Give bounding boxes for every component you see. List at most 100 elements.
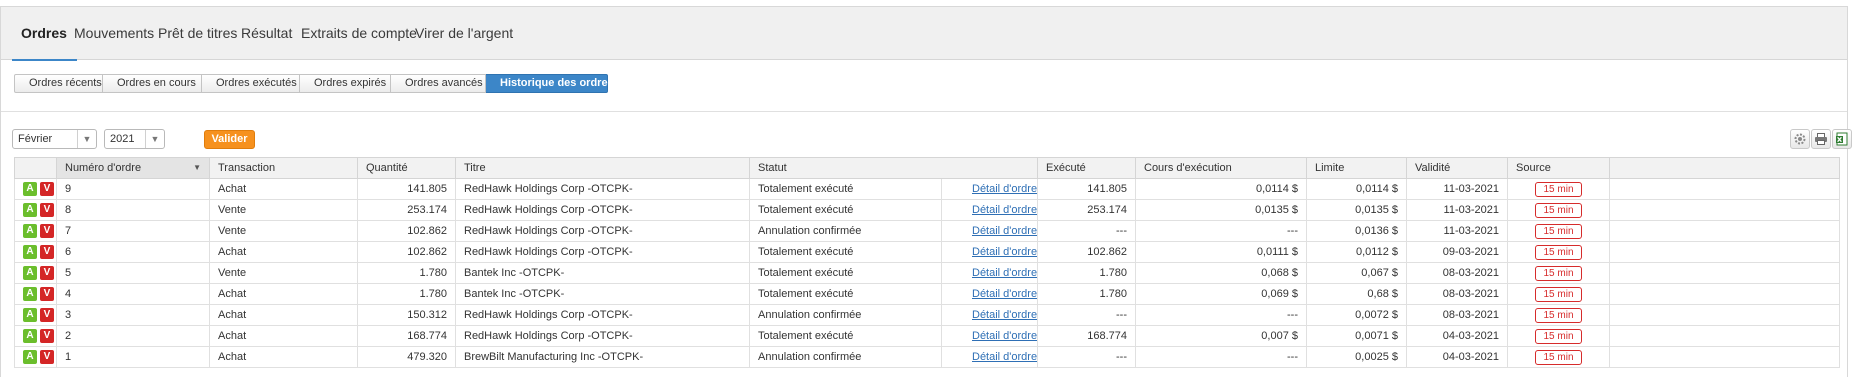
subtab-historique-des-ordres[interactable]: Historique des ordres — [486, 74, 614, 93]
buy-button[interactable]: A — [23, 329, 37, 343]
header-statut[interactable]: Statut — [749, 157, 1038, 179]
header-validite[interactable]: Validité — [1406, 157, 1508, 179]
table-row: A V 9 Achat 141.805 RedHawk Holdings Corp -OT… — [14, 178, 1840, 200]
cell-validity: 11-03-2021 — [1406, 220, 1508, 242]
subtab-ordres-executes[interactable]: Ordres exécutés — [202, 74, 300, 93]
cell-transaction: Vente — [209, 262, 358, 284]
app-frame: Ordres Mouvements Prêt de titres Résulta… — [0, 6, 1852, 377]
cell-transaction: Achat — [209, 241, 358, 263]
cell-limit: 0,0072 $ — [1306, 304, 1407, 326]
buy-button[interactable]: A — [23, 224, 37, 238]
order-detail-link[interactable]: Détail d'ordre — [972, 309, 1037, 321]
source-delay-badge: 15 min — [1535, 181, 1582, 197]
cell-validity: 04-03-2021 — [1406, 325, 1508, 347]
cell-security-name: RedHawk Holdings Corp -OTCPK- — [455, 241, 750, 263]
tab-resultat[interactable]: Résultat — [241, 7, 292, 60]
order-detail-link[interactable]: Détail d'ordre — [972, 246, 1037, 258]
order-detail-link[interactable]: Détail d'ordre — [972, 351, 1037, 363]
order-detail-link[interactable]: Détail d'ordre — [972, 204, 1037, 216]
header-quantite[interactable]: Quantité — [357, 157, 456, 179]
cell-acts: AV — [14, 178, 57, 200]
month-select[interactable]: Février ▼ — [12, 129, 97, 149]
cell-source: 15 min — [1507, 346, 1610, 368]
header-numero-ordre[interactable]: Numéro d'ordre ▼ — [56, 157, 210, 179]
cell-order-number: 3 — [56, 304, 210, 326]
tab-pret-de-titres[interactable]: Prêt de titres — [158, 7, 237, 60]
cell-order-detail: Détail d'ordre — [941, 178, 1038, 200]
cell-source: 15 min — [1507, 325, 1610, 347]
sell-button[interactable]: V — [40, 245, 54, 259]
cell-execution-price: --- — [1135, 304, 1307, 326]
source-delay-badge: 15 min — [1535, 307, 1582, 323]
sell-button[interactable]: V — [40, 182, 54, 196]
buy-button[interactable]: A — [23, 245, 37, 259]
settings-button[interactable] — [1790, 129, 1810, 149]
buy-button[interactable]: A — [23, 350, 37, 364]
buy-button[interactable]: A — [23, 266, 37, 280]
order-detail-link[interactable]: Détail d'ordre — [972, 225, 1037, 237]
cell-limit: 0,0112 $ — [1306, 241, 1407, 263]
subtab-ordres-expires[interactable]: Ordres expirés — [300, 74, 391, 93]
cell-transaction: Achat — [209, 178, 358, 200]
cell-executed: 168.774 — [1037, 325, 1136, 347]
cell-source: 15 min — [1507, 262, 1610, 284]
sell-button[interactable]: V — [40, 224, 54, 238]
cell-quantity: 150.312 — [357, 304, 456, 326]
cell-limit: 0,0114 $ — [1306, 178, 1407, 200]
cell-executed: 1.780 — [1037, 262, 1136, 284]
cell-transaction: Achat — [209, 283, 358, 305]
order-detail-link[interactable]: Détail d'ordre — [972, 267, 1037, 279]
source-delay-badge: 15 min — [1535, 265, 1582, 281]
subtab-ordres-avances[interactable]: Ordres avancés — [391, 74, 486, 93]
cell-order-number: 4 — [56, 283, 210, 305]
buy-button[interactable]: A — [23, 287, 37, 301]
sell-button[interactable]: V — [40, 308, 54, 322]
sell-button[interactable]: V — [40, 350, 54, 364]
settings-icon — [1794, 133, 1806, 145]
header-titre[interactable]: Titre — [455, 157, 750, 179]
year-select[interactable]: 2021 ▼ — [104, 129, 165, 149]
header-execute[interactable]: Exécuté — [1037, 157, 1136, 179]
source-delay-badge: 15 min — [1535, 202, 1582, 218]
sell-button[interactable]: V — [40, 329, 54, 343]
header-limite[interactable]: Limite — [1306, 157, 1407, 179]
print-button[interactable] — [1811, 129, 1831, 149]
cell-quantity: 253.174 — [357, 199, 456, 221]
buy-button[interactable]: A — [23, 203, 37, 217]
cell-order-number: 7 — [56, 220, 210, 242]
buy-button[interactable]: A — [23, 308, 37, 322]
sell-button[interactable]: V — [40, 203, 54, 217]
cell-acts: AV — [14, 220, 57, 242]
cell-executed: 141.805 — [1037, 178, 1136, 200]
tab-mouvements[interactable]: Mouvements — [74, 7, 154, 60]
tab-virer-de-l-argent[interactable]: Virer de l'argent — [415, 7, 513, 60]
sell-button[interactable]: V — [40, 266, 54, 280]
cell-status: Annulation confirmée — [749, 346, 942, 368]
tab-extraits-de-compte[interactable]: Extraits de compte — [301, 7, 417, 60]
table-row: A V 6 Achat 102.862 RedHawk Holdings Corp -OT… — [14, 241, 1840, 263]
cell-executed: --- — [1037, 304, 1136, 326]
sell-button[interactable]: V — [40, 287, 54, 301]
order-detail-link[interactable]: Détail d'ordre — [972, 288, 1037, 300]
subtab-ordres-en-cours[interactable]: Ordres en cours — [103, 74, 202, 93]
excel-export-button[interactable] — [1832, 129, 1852, 149]
cell-status: Totalement exécuté — [749, 178, 942, 200]
order-detail-link[interactable]: Détail d'ordre — [972, 330, 1037, 342]
tab-ordres[interactable]: Ordres — [12, 7, 77, 61]
order-detail-link[interactable]: Détail d'ordre — [972, 183, 1037, 195]
cell-order-detail: Détail d'ordre — [941, 304, 1038, 326]
header-transaction[interactable]: Transaction — [209, 157, 358, 179]
source-delay-badge: 15 min — [1535, 286, 1582, 302]
subtab-ordres-recents[interactable]: Ordres récents — [14, 74, 103, 93]
cell-quantity: 1.780 — [357, 283, 456, 305]
header-label: Numéro d'ordre — [65, 162, 142, 174]
chevron-down-icon: ▼ — [77, 130, 96, 148]
header-cours-execution[interactable]: Cours d'exécution — [1135, 157, 1307, 179]
header-source[interactable]: Source — [1507, 157, 1610, 179]
valider-button[interactable]: Valider — [204, 130, 255, 149]
cell-validity: 11-03-2021 — [1406, 199, 1508, 221]
buy-button[interactable]: A — [23, 182, 37, 196]
cell-security-name: RedHawk Holdings Corp -OTCPK- — [455, 199, 750, 221]
excel-export-icon — [1836, 132, 1848, 146]
cell-acts: AV — [14, 283, 57, 305]
